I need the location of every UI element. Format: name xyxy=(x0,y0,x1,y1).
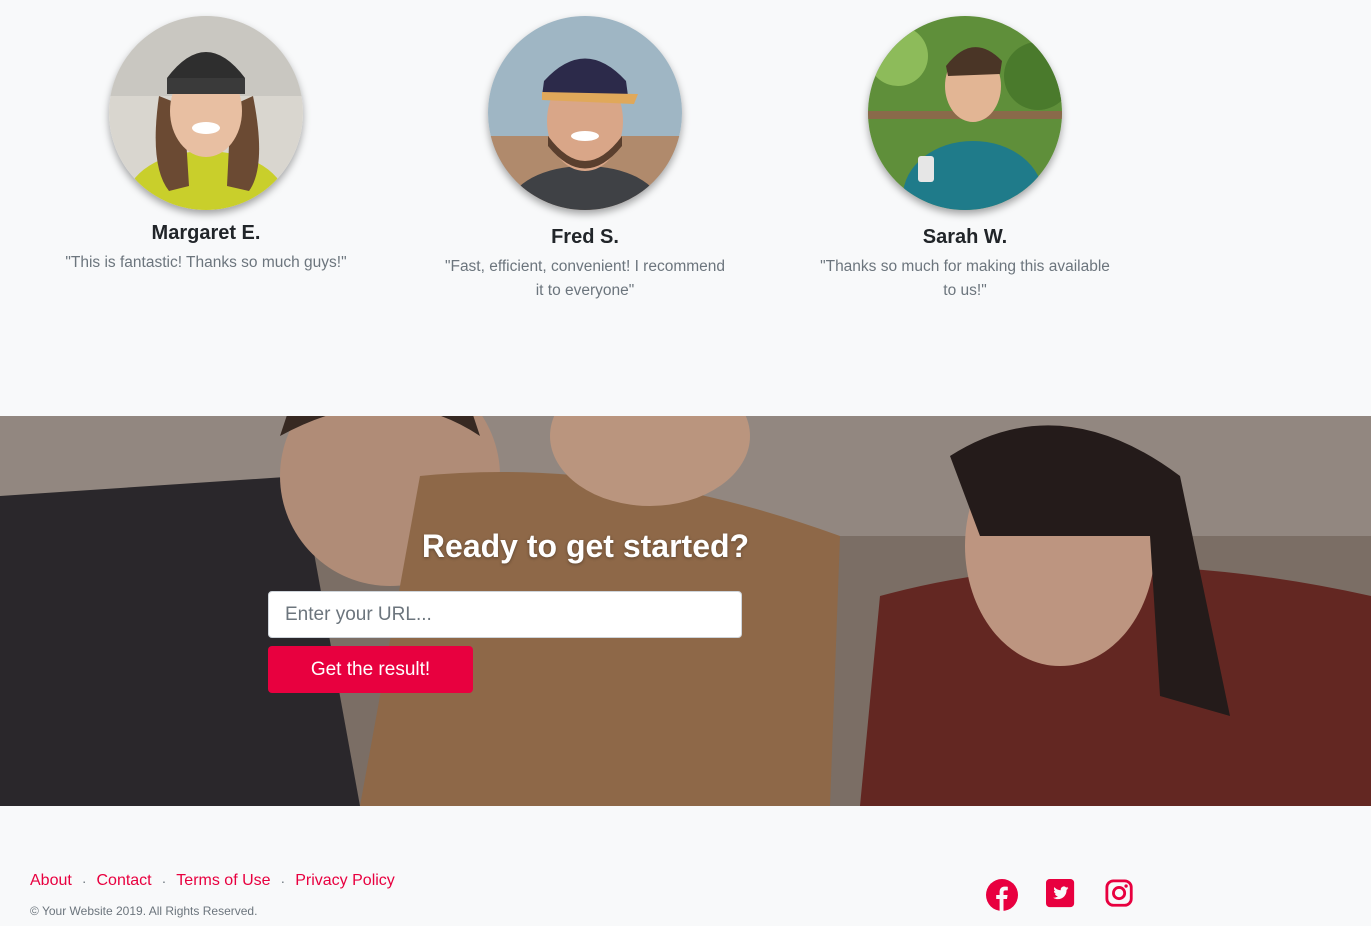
get-result-button[interactable]: Get the result! xyxy=(268,646,473,693)
testimonial-card: Margaret E. "This is fantastic! Thanks s… xyxy=(56,16,356,275)
facebook-icon[interactable] xyxy=(986,879,1018,911)
link-separator: · xyxy=(81,873,87,889)
footer-link-about[interactable]: About xyxy=(30,872,72,890)
testimonial-quote: "This is fantastic! Thanks so much guys!… xyxy=(65,254,347,271)
link-separator: · xyxy=(161,873,167,889)
testimonial-card: Fred S. "Fast, efficient, convenient! I … xyxy=(435,16,735,303)
testimonials-section: Margaret E. "This is fantastic! Thanks s… xyxy=(0,0,1371,416)
call-to-action-section: Ready to get started? Get the result! xyxy=(0,416,1371,806)
testimonial-name: Fred S. xyxy=(551,226,619,248)
footer-link-privacy[interactable]: Privacy Policy xyxy=(295,872,395,890)
cta-heading: Ready to get started? xyxy=(421,528,750,564)
testimonial-name: Sarah W. xyxy=(922,226,1008,248)
testimonial-avatar xyxy=(868,16,1062,210)
testimonial-quote: "Fast, efficient, convenient! I recommen… xyxy=(444,258,726,299)
url-input[interactable] xyxy=(268,591,742,638)
link-separator: · xyxy=(280,873,286,889)
footer-link-terms[interactable]: Terms of Use xyxy=(176,872,270,890)
footer: About · Contact · Terms of Use · Privacy… xyxy=(0,806,1371,926)
copyright-text: © Your Website 2019. All Rights Reserved… xyxy=(30,904,258,918)
testimonial-quote: "Thanks so much for making this availabl… xyxy=(820,258,1110,299)
testimonial-card: Sarah W. "Thanks so much for making this… xyxy=(815,16,1115,303)
testimonial-avatar xyxy=(109,16,303,210)
testimonial-name: Margaret E. xyxy=(151,222,261,244)
twitter-icon[interactable] xyxy=(1046,879,1078,911)
instagram-icon[interactable] xyxy=(1105,879,1137,911)
footer-links: About · Contact · Terms of Use · Privacy… xyxy=(30,872,395,890)
testimonial-avatar xyxy=(488,16,682,210)
footer-link-contact[interactable]: Contact xyxy=(96,872,151,890)
